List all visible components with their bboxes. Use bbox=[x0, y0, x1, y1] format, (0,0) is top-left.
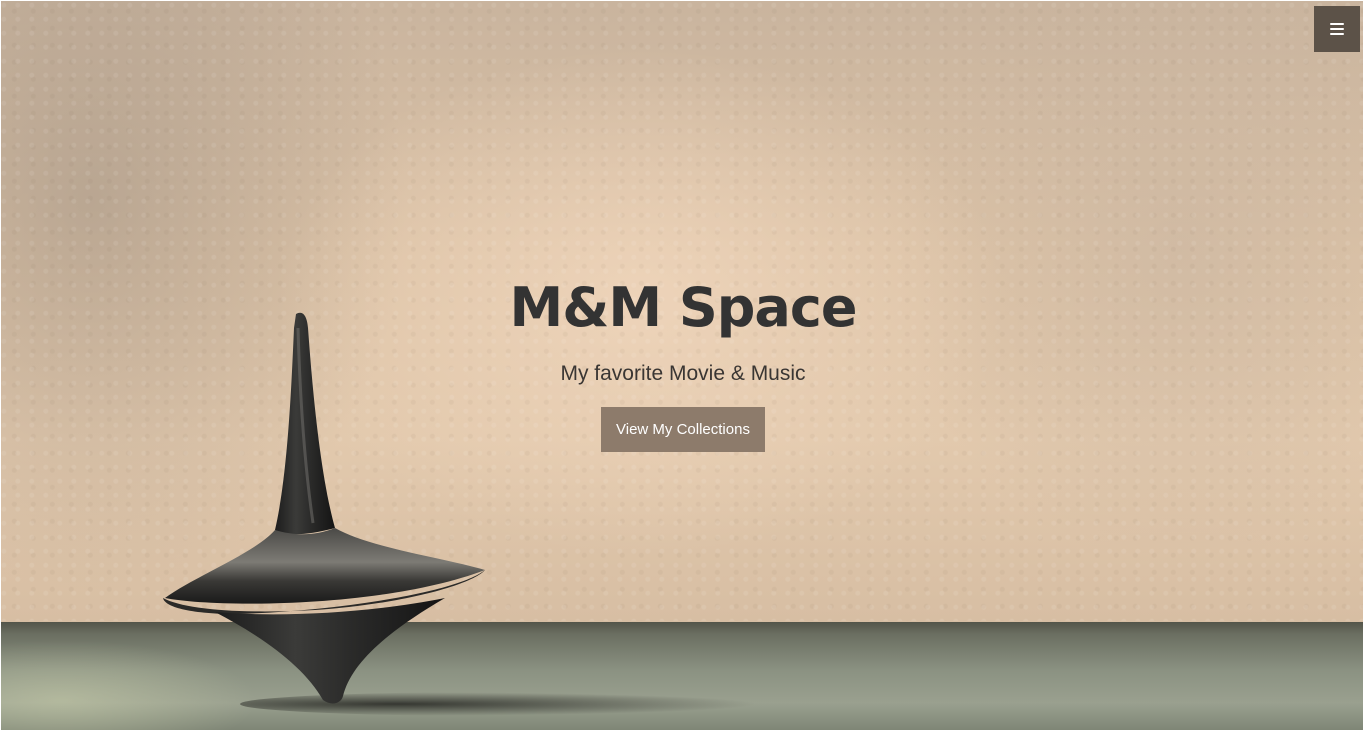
hero-content: M&M Space My favorite Movie & Music View… bbox=[383, 270, 983, 452]
site-subtitle: My favorite Movie & Music bbox=[560, 362, 806, 385]
hamburger-menu-icon bbox=[1330, 23, 1344, 35]
menu-button[interactable] bbox=[1314, 6, 1360, 52]
page: M&M Space My favorite Movie & Music View… bbox=[0, 0, 1365, 732]
site-title: M&M Space bbox=[509, 276, 858, 339]
view-collections-button[interactable]: View My Collections bbox=[601, 407, 765, 452]
